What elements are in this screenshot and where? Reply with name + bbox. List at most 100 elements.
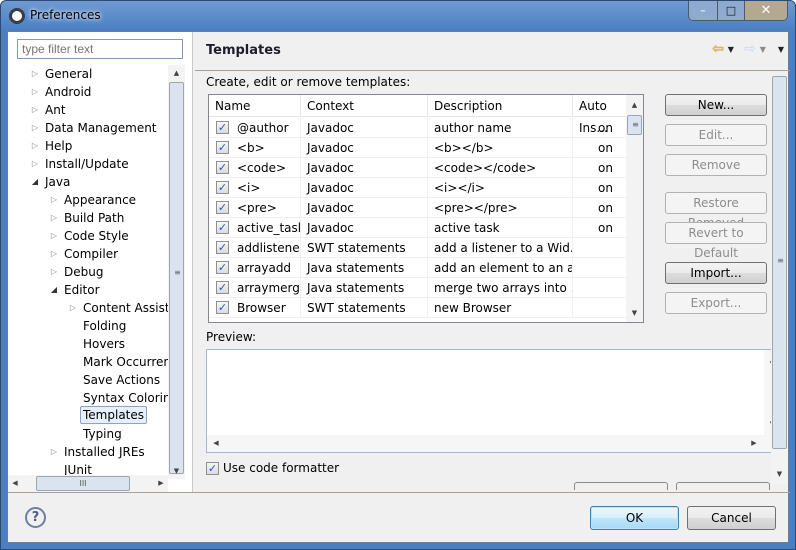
scroll-down-arrow-icon[interactable]: ▼	[626, 305, 643, 321]
export-button[interactable]: Export...	[665, 292, 767, 314]
page-scroll-thumb[interactable]: ≡	[772, 76, 787, 449]
tree-item[interactable]: ▷ Help	[8, 137, 168, 155]
tree-item[interactable]: ◢ Editor	[8, 281, 168, 299]
scroll-up-arrow-icon[interactable]: ▲	[168, 65, 185, 81]
template-enabled-checkbox[interactable]: ✓	[216, 221, 229, 234]
table-row[interactable]: ✓ <pre> Javadoc <pre></pre> on	[209, 198, 639, 218]
back-arrow-icon[interactable]: ⇦	[712, 42, 724, 56]
collapsed-arrow-icon[interactable]: ▷	[49, 443, 59, 461]
scroll-left-arrow-icon[interactable]: ◀	[8, 475, 22, 491]
collapsed-arrow-icon[interactable]: ▷	[30, 137, 40, 155]
collapsed-arrow-icon[interactable]: ▷	[49, 191, 59, 209]
remove-button[interactable]: Remove	[665, 154, 767, 176]
scroll-up-arrow-icon[interactable]: ▲	[626, 97, 643, 113]
back-history-dropdown-icon[interactable]: ▼	[728, 45, 734, 54]
tree-item[interactable]: ▷ Content Assist	[8, 299, 168, 317]
template-enabled-checkbox[interactable]: ✓	[216, 301, 229, 314]
forward-history-dropdown-icon[interactable]: ▼	[760, 45, 766, 54]
template-enabled-checkbox[interactable]: ✓	[216, 261, 229, 274]
column-header-context[interactable]: Context	[301, 95, 428, 117]
scroll-down-arrow-icon[interactable]: ▼	[168, 463, 185, 479]
templates-table[interactable]: Name Context Description Auto Ins... ✓ @a…	[208, 94, 644, 323]
tree-item[interactable]: ▷ Android	[8, 83, 168, 101]
tree-item[interactable]: ▷ Install/Update	[8, 155, 168, 173]
collapsed-arrow-icon[interactable]: ▷	[49, 245, 59, 263]
clipped-button[interactable]	[574, 482, 668, 490]
table-row[interactable]: ✓ addlistener SWT statements add a listener…	[209, 238, 639, 258]
column-header-name[interactable]: Name	[209, 95, 301, 117]
minimize-button[interactable]: –	[689, 1, 717, 20]
tree-item[interactable]: ▷ Code Style	[8, 227, 168, 245]
collapsed-arrow-icon[interactable]: ▷	[49, 227, 59, 245]
close-button[interactable]: ✕	[744, 1, 787, 20]
template-enabled-checkbox[interactable]: ✓	[216, 121, 229, 134]
collapsed-arrow-icon[interactable]: ▷	[30, 101, 40, 119]
template-enabled-checkbox[interactable]: ✓	[216, 241, 229, 254]
restore-removed-button[interactable]: Restore Removed	[665, 192, 767, 230]
help-icon[interactable]: ?	[25, 507, 46, 528]
table-row[interactable]: ✓ <i> Javadoc <i></i> on	[209, 178, 639, 198]
template-enabled-checkbox[interactable]: ✓	[216, 161, 229, 174]
table-row[interactable]: ✓ Browser SWT statements new Browser	[209, 298, 639, 318]
scroll-down-arrow-icon[interactable]: ▼	[771, 466, 788, 482]
expanded-arrow-icon[interactable]: ◢	[30, 173, 40, 191]
tree-item[interactable]: Typing	[8, 425, 168, 443]
scroll-right-arrow-icon[interactable]: ▶	[747, 435, 761, 451]
tree-hscroll-thumb[interactable]: III	[36, 476, 130, 491]
tree-item[interactable]: ▷ Ant	[8, 101, 168, 119]
revert-to-default-button[interactable]: Revert to Default	[665, 222, 767, 260]
expanded-arrow-icon[interactable]: ◢	[49, 281, 59, 299]
forward-arrow-icon[interactable]: ⇨	[744, 42, 756, 56]
tree-item[interactable]: Folding	[8, 317, 168, 335]
table-row[interactable]: ✓ <b> Javadoc <b></b> on	[209, 138, 639, 158]
tree-item[interactable]: ▷ General	[8, 65, 168, 83]
tree-item[interactable]: ▷ Installed JREs	[8, 443, 168, 461]
scroll-left-arrow-icon[interactable]: ◀	[209, 435, 223, 451]
collapsed-arrow-icon[interactable]: ▷	[30, 65, 40, 83]
ok-button[interactable]: OK	[590, 506, 679, 530]
use-code-formatter-option[interactable]: ✓ Use code formatter	[206, 461, 339, 475]
tree-item[interactable]: Save Actions	[8, 371, 168, 389]
collapsed-arrow-icon[interactable]: ▷	[30, 155, 40, 173]
preview-area[interactable]: ▲ ▼ ◀ ▶	[206, 349, 783, 453]
tree-item[interactable]: Templates	[8, 406, 168, 425]
collapsed-arrow-icon[interactable]: ▷	[49, 209, 59, 227]
collapsed-arrow-icon[interactable]: ▷	[30, 119, 40, 137]
table-row[interactable]: ✓ <code> Javadoc <code></code> on	[209, 158, 639, 178]
tree-vertical-scrollbar[interactable]: ▲ ≡ ▼	[168, 65, 185, 479]
template-enabled-checkbox[interactable]: ✓	[216, 201, 229, 214]
tree-scroll-thumb[interactable]: ≡	[169, 82, 184, 474]
table-row[interactable]: ✓ active_task Javadoc active task on	[209, 218, 639, 238]
tree-item[interactable]: ▷ Compiler	[8, 245, 168, 263]
collapsed-arrow-icon[interactable]: ▷	[30, 83, 40, 101]
table-row[interactable]: ✓ arrayadd Java statements add an element t…	[209, 258, 639, 278]
template-enabled-checkbox[interactable]: ✓	[216, 181, 229, 194]
tree-horizontal-scrollbar[interactable]: ◀ III ▶	[8, 475, 168, 492]
collapsed-arrow-icon[interactable]: ▷	[68, 299, 78, 317]
import-button[interactable]: Import...	[665, 262, 767, 284]
tree-item[interactable]: Syntax Coloring	[8, 389, 168, 407]
column-header-description[interactable]: Description	[428, 95, 573, 117]
table-vertical-scrollbar[interactable]: ▲ ≡ ▼	[626, 95, 643, 322]
tree-item[interactable]: Hovers	[8, 335, 168, 353]
template-enabled-checkbox[interactable]: ✓	[216, 141, 229, 154]
tree-item[interactable]: ◢ Java	[8, 173, 168, 191]
tree-item[interactable]: ▷ Build Path	[8, 209, 168, 227]
use-code-formatter-checkbox[interactable]: ✓	[206, 461, 219, 475]
new-button[interactable]: New...	[665, 94, 767, 116]
page-vertical-scrollbar[interactable]: ≡ ▼	[771, 76, 788, 484]
template-enabled-checkbox[interactable]: ✓	[216, 281, 229, 294]
tree-item[interactable]: ▷ Data Management	[8, 119, 168, 137]
tree-item[interactable]: ▷ Appearance	[8, 191, 168, 209]
scroll-right-arrow-icon[interactable]: ▶	[154, 475, 168, 491]
filter-input[interactable]	[17, 39, 183, 59]
clipped-button[interactable]	[676, 482, 770, 490]
table-row[interactable]: ✓ arraymerge Java statements merge two arra…	[209, 278, 639, 298]
table-scroll-thumb[interactable]: ≡	[627, 115, 642, 135]
table-row[interactable]: ✓ @author Javadoc author name on	[209, 118, 639, 138]
maximize-button[interactable]: □	[717, 1, 744, 20]
preview-horizontal-scrollbar[interactable]: ◀ ▶	[207, 435, 783, 452]
tree-item[interactable]: ▷ Debug	[8, 263, 168, 281]
collapsed-arrow-icon[interactable]: ▷	[49, 263, 59, 281]
cancel-button[interactable]: Cancel	[687, 506, 776, 530]
